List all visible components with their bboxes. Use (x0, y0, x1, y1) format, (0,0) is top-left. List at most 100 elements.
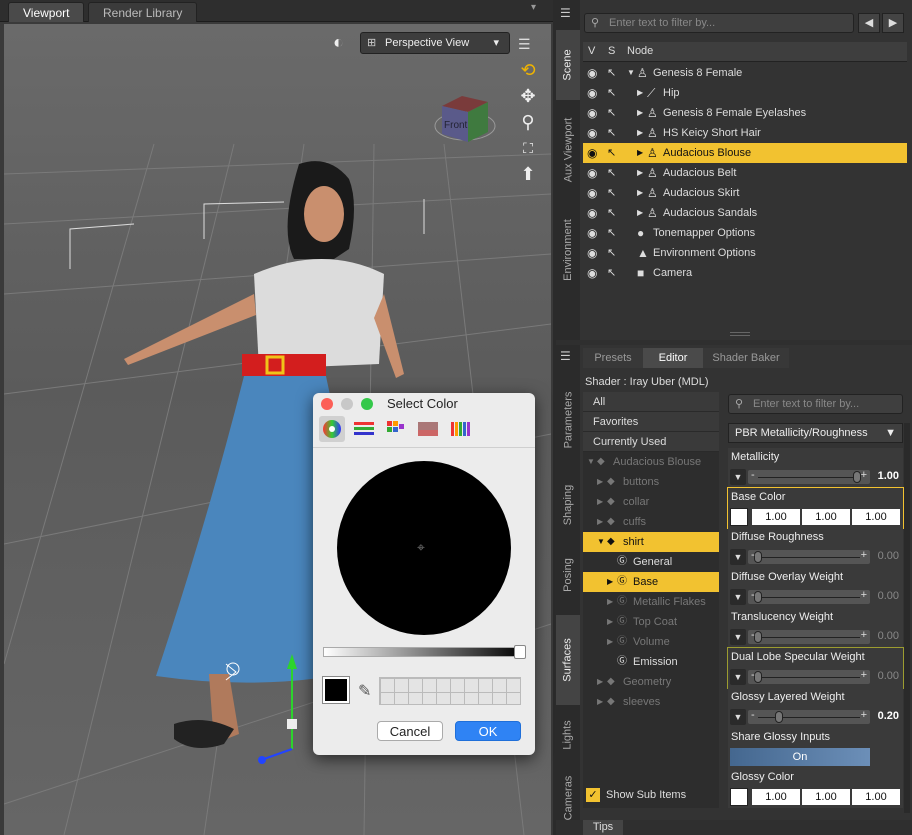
crosshair-icon[interactable]: ⌖ (417, 540, 431, 554)
tab-viewport[interactable]: Viewport (8, 2, 85, 22)
minus-icon[interactable]: - (751, 589, 755, 601)
select-cursor-icon[interactable]: ↖ (607, 83, 616, 103)
color-palettes-icon[interactable] (383, 416, 409, 442)
eye-icon[interactable]: ◉ (587, 223, 597, 243)
value-dropdown-icon[interactable]: ▼ (730, 589, 746, 605)
color-channel-b[interactable]: 1.00 (852, 789, 900, 805)
slider-knob[interactable] (774, 711, 783, 723)
value-slider[interactable]: - + (748, 629, 870, 644)
select-cursor-icon[interactable]: ↖ (607, 263, 616, 283)
pane-menu-icon[interactable]: ▾ (531, 2, 536, 13)
value-slider[interactable]: - + (748, 589, 870, 604)
surface-item[interactable]: ▶ ◆ sleeves (583, 692, 719, 712)
expand-arrow-icon[interactable]: ▶ (637, 143, 643, 163)
value-dropdown-icon[interactable]: ▼ (730, 469, 746, 485)
property-value[interactable]: 0.00 (878, 670, 899, 682)
show-sub-checkbox[interactable]: ✓ (586, 788, 600, 802)
color-channel-r[interactable]: 1.00 (752, 789, 800, 805)
select-cursor-icon[interactable]: ↖ (607, 163, 616, 183)
scene-node-row[interactable]: ◉ ↖ ▼ ♙ Genesis 8 Female (583, 63, 907, 83)
surface-item[interactable]: ▼ ◆ shirt (583, 532, 719, 552)
plus-icon[interactable]: + (861, 629, 867, 641)
minus-icon[interactable]: - (751, 629, 755, 641)
surface-filter-0[interactable]: All (583, 392, 719, 412)
select-cursor-icon[interactable]: ↖ (607, 203, 616, 223)
expand-arrow-icon[interactable]: ▶ (597, 672, 603, 692)
select-cursor-icon[interactable]: ↖ (607, 123, 616, 143)
eye-icon[interactable]: ◉ (587, 243, 597, 263)
frame-icon[interactable]: ⛶ (515, 136, 541, 160)
expand-arrow-icon[interactable]: ▶ (597, 472, 603, 492)
color-channel-g[interactable]: 1.00 (802, 789, 850, 805)
color-wheel-icon[interactable] (319, 416, 345, 442)
surface-item[interactable]: ▶ Ⓖ Top Coat (583, 612, 719, 632)
zoom-icon[interactable]: ⚲ (515, 110, 541, 134)
eye-icon[interactable]: ◉ (587, 123, 597, 143)
eye-icon[interactable]: ◉ (587, 183, 597, 203)
plus-icon[interactable]: + (861, 549, 867, 561)
color-swatch[interactable] (730, 508, 748, 526)
expand-arrow-icon[interactable]: ▶ (607, 632, 613, 652)
prev-arrow-icon[interactable]: ◀ (858, 13, 880, 33)
scene-node-row[interactable]: ◉ ↖ ▶ ♙ Audacious Blouse (583, 143, 907, 163)
zoom-window-icon[interactable] (361, 398, 373, 410)
brightness-slider[interactable] (323, 647, 525, 657)
expand-arrow-icon[interactable]: ▶ (637, 103, 643, 123)
reset-view-icon[interactable]: ⬆ (515, 162, 541, 186)
tab-tips[interactable]: Tips (583, 820, 623, 835)
value-slider[interactable]: - + (748, 469, 870, 484)
property-value[interactable]: 0.00 (878, 630, 899, 642)
expand-arrow-icon[interactable]: ▶ (597, 512, 603, 532)
value-dropdown-icon[interactable]: ▼ (730, 669, 746, 685)
eye-icon[interactable]: ◉ (587, 83, 597, 103)
close-icon[interactable] (321, 398, 333, 410)
expand-arrow-icon[interactable]: ▼ (587, 452, 595, 472)
next-arrow-icon[interactable]: ▶ (882, 13, 904, 33)
surface-item[interactable]: ▶ ◆ cuffs (583, 512, 719, 532)
surface-item[interactable]: ▶ ◆ collar (583, 492, 719, 512)
surface-item[interactable]: ▶ ◆ buttons (583, 472, 719, 492)
property-control[interactable]: ▼ - +0.20 (728, 706, 903, 728)
scene-node-row[interactable]: ◉ ↖ ▶ ♙ Audacious Belt (583, 163, 907, 183)
expand-arrow-icon[interactable]: ▶ (607, 592, 613, 612)
workflow-select[interactable]: PBR Metallicity/Roughness ▼ (728, 423, 903, 443)
slider-knob[interactable] (754, 631, 762, 643)
value-dropdown-icon[interactable]: ▼ (730, 629, 746, 645)
minus-icon[interactable]: - (751, 669, 755, 681)
surface-item[interactable]: Ⓖ Emission (583, 652, 719, 672)
select-cursor-icon[interactable]: ↖ (607, 143, 616, 163)
current-color-swatch[interactable] (323, 677, 349, 703)
expand-arrow-icon[interactable]: ▶ (637, 123, 643, 143)
minus-icon[interactable]: - (751, 709, 755, 721)
vtab-shaping[interactable]: Shaping (556, 475, 580, 535)
expand-arrow-icon[interactable]: ▶ (637, 163, 643, 183)
color-channel-b[interactable]: 1.00 (852, 509, 900, 525)
property-scrollbar[interactable] (904, 423, 910, 813)
select-cursor-icon[interactable]: ↖ (607, 183, 616, 203)
draw-style-icon[interactable]: ◐ (333, 32, 357, 54)
value-dropdown-icon[interactable]: ▼ (730, 709, 746, 725)
expand-arrow-icon[interactable]: ▶ (597, 492, 603, 512)
select-cursor-icon[interactable]: ↖ (607, 223, 616, 243)
property-control[interactable]: ▼ - +1.00 (728, 466, 903, 488)
property-filter-input[interactable]: ⚲ Enter text to filter by... (728, 394, 903, 414)
swatch-grid[interactable] (379, 677, 521, 705)
expand-arrow-icon[interactable]: ▼ (597, 532, 605, 552)
slider-knob[interactable] (754, 551, 762, 563)
surface-item[interactable]: ▶ Ⓖ Metallic Flakes (583, 592, 719, 612)
plus-icon[interactable]: + (861, 469, 867, 481)
surface-item[interactable]: ▶ ◆ Geometry (583, 672, 719, 692)
property-value[interactable]: 0.20 (878, 710, 899, 722)
expand-arrow-icon[interactable]: ▼ (627, 63, 635, 83)
property-control[interactable]: 1.00 1.00 1.00 (728, 786, 903, 808)
eye-icon[interactable]: ◉ (587, 163, 597, 183)
value-slider[interactable]: - + (748, 549, 870, 564)
property-control[interactable]: ▼ - +0.00 (728, 586, 903, 608)
minus-icon[interactable]: - (751, 469, 755, 481)
select-cursor-icon[interactable]: ↖ (607, 63, 616, 83)
expand-arrow-icon[interactable]: ▶ (607, 572, 613, 592)
vtab-posing[interactable]: Posing (556, 535, 580, 615)
vtab-parameters[interactable]: Parameters (556, 365, 580, 475)
surface-filter-1[interactable]: Favorites (583, 412, 719, 432)
vtab-surfaces[interactable]: Surfaces (556, 615, 580, 705)
